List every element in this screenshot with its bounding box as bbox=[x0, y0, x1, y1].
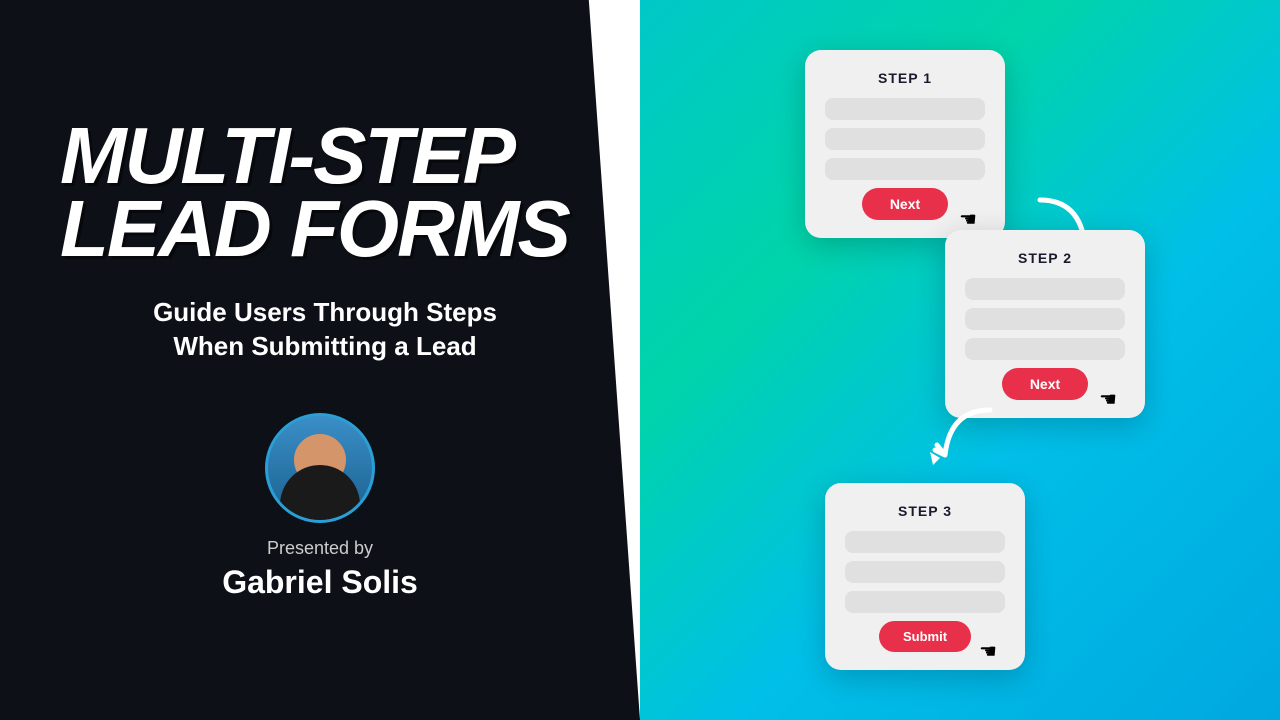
step2-next-button[interactable]: Next bbox=[1002, 368, 1088, 400]
right-panel: STEP 1 Next ☛ STEP 2 Next ☛ bbox=[640, 0, 1280, 720]
step2-card: STEP 2 Next ☛ bbox=[945, 230, 1145, 418]
step2-btn-wrapper: Next ☛ bbox=[965, 368, 1125, 400]
person-body bbox=[280, 465, 360, 520]
step2-label: STEP 2 bbox=[965, 250, 1125, 266]
avatar-placeholder bbox=[268, 416, 372, 520]
step1-field1 bbox=[825, 98, 985, 120]
step3-field1 bbox=[845, 531, 1005, 553]
cursor-hand-3-icon: ☛ bbox=[979, 639, 997, 664]
forms-container: STEP 1 Next ☛ STEP 2 Next ☛ bbox=[805, 50, 1145, 670]
step3-btn-wrapper: Submit ☛ bbox=[845, 621, 1005, 652]
step1-field3 bbox=[825, 158, 985, 180]
step1-label: STEP 1 bbox=[825, 70, 985, 86]
left-panel: MULTI-STEP LEAD FORMS Guide Users Throug… bbox=[0, 0, 640, 720]
step1-btn-wrapper: Next ☛ bbox=[825, 188, 985, 220]
avatar bbox=[265, 413, 375, 523]
step1-card: STEP 1 Next ☛ bbox=[805, 50, 1005, 238]
subtitle: Guide Users Through StepsWhen Submitting… bbox=[60, 296, 580, 364]
cursor-hand-2-icon: ☛ bbox=[1099, 387, 1117, 412]
step1-field2 bbox=[825, 128, 985, 150]
step2-field1 bbox=[965, 278, 1125, 300]
step2-field2 bbox=[965, 308, 1125, 330]
step2-field3 bbox=[965, 338, 1125, 360]
step3-submit-button[interactable]: Submit bbox=[879, 621, 971, 652]
title-line2: LEAD FORMS bbox=[60, 184, 569, 273]
step3-card: STEP 3 Submit ☛ bbox=[825, 483, 1025, 670]
presented-by-label: Presented by bbox=[267, 538, 373, 559]
arrow-2-icon bbox=[925, 400, 1005, 480]
step3-field2 bbox=[845, 561, 1005, 583]
step3-field3 bbox=[845, 591, 1005, 613]
cursor-hand-icon: ☛ bbox=[959, 207, 977, 232]
presenter-section: Presented by Gabriel Solis bbox=[60, 413, 580, 601]
presenter-name: Gabriel Solis bbox=[222, 564, 418, 601]
main-title: MULTI-STEP LEAD FORMS bbox=[60, 119, 569, 266]
step3-label: STEP 3 bbox=[845, 503, 1005, 519]
step1-next-button[interactable]: Next bbox=[862, 188, 948, 220]
